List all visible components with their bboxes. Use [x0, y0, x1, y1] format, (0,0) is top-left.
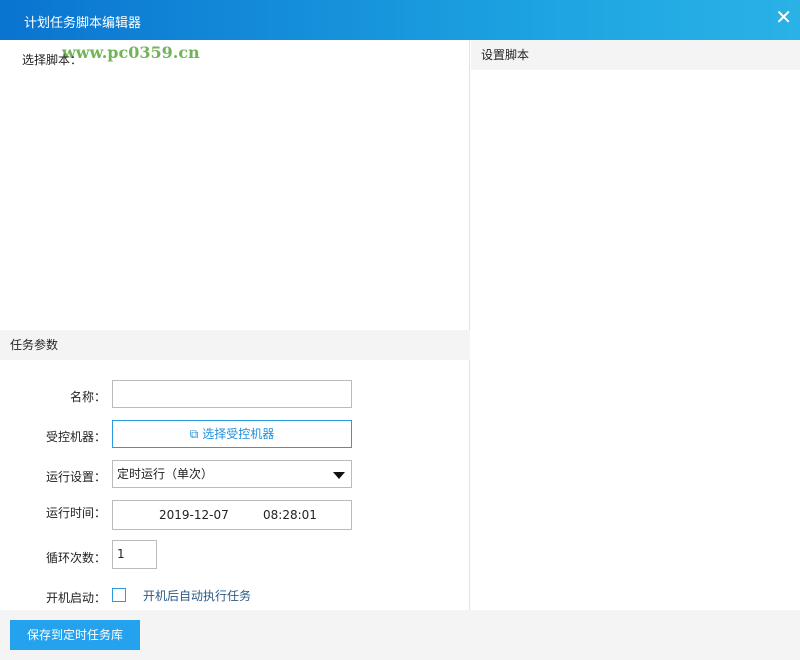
run-time[interactable]: 08:28:01 — [263, 501, 317, 529]
task-params-header: 任务参数 — [0, 330, 470, 360]
autostart-checkbox[interactable] — [112, 588, 126, 602]
close-icon[interactable]: ✕ — [775, 5, 792, 29]
right-panel: 设置脚本 — [471, 40, 800, 610]
run-setting-select[interactable]: 定时运行（单次） — [112, 460, 352, 488]
select-script-label: 选择脚本： — [22, 53, 83, 67]
run-time-picker[interactable]: 2019-12-07 08:28:01 — [112, 500, 352, 530]
save-button[interactable]: 保存到定时任务库 — [10, 620, 140, 650]
run-time-row: 运行时间： 2019-12-07 08:28:01 — [0, 500, 470, 530]
loop-count-row: 循环次数： 1 — [0, 540, 470, 570]
name-input[interactable] — [112, 380, 352, 408]
autostart-text[interactable]: 开机后自动执行任务 — [143, 587, 251, 604]
machine-label: 受控机器： — [45, 430, 106, 444]
set-script-header: 设置脚本 — [471, 40, 800, 70]
title-bar: 计划任务脚本编辑器 ✕ — [0, 0, 800, 40]
loop-count-input[interactable]: 1 — [112, 540, 157, 569]
select-machine-button[interactable]: ⧉ 选择受控机器 — [112, 420, 352, 448]
external-link-icon: ⧉ — [189, 427, 199, 441]
left-panel: 选择脚本： 任务参数 名称： 受控机器： ⧉ 选择受控机器 运行设置： 定时运行… — [0, 40, 470, 610]
run-date[interactable]: 2019-12-07 — [159, 501, 229, 529]
select-machine-label: 选择受控机器 — [202, 427, 275, 441]
loop-count-label: 循环次数： — [45, 551, 106, 565]
run-time-label: 运行时间： — [45, 506, 106, 520]
name-row: 名称： — [0, 380, 470, 410]
run-setting-row: 运行设置： 定时运行（单次） — [0, 460, 470, 490]
chevron-down-icon — [333, 472, 345, 479]
run-setting-label: 运行设置： — [45, 470, 106, 484]
window-title: 计划任务脚本编辑器 — [24, 16, 142, 31]
name-label: 名称： — [69, 390, 106, 404]
footer: 保存到定时任务库 — [0, 610, 800, 660]
run-setting-value: 定时运行（单次） — [117, 467, 214, 481]
autostart-label: 开机启动： — [45, 591, 106, 605]
machine-row: 受控机器： ⧉ 选择受控机器 — [0, 420, 470, 450]
